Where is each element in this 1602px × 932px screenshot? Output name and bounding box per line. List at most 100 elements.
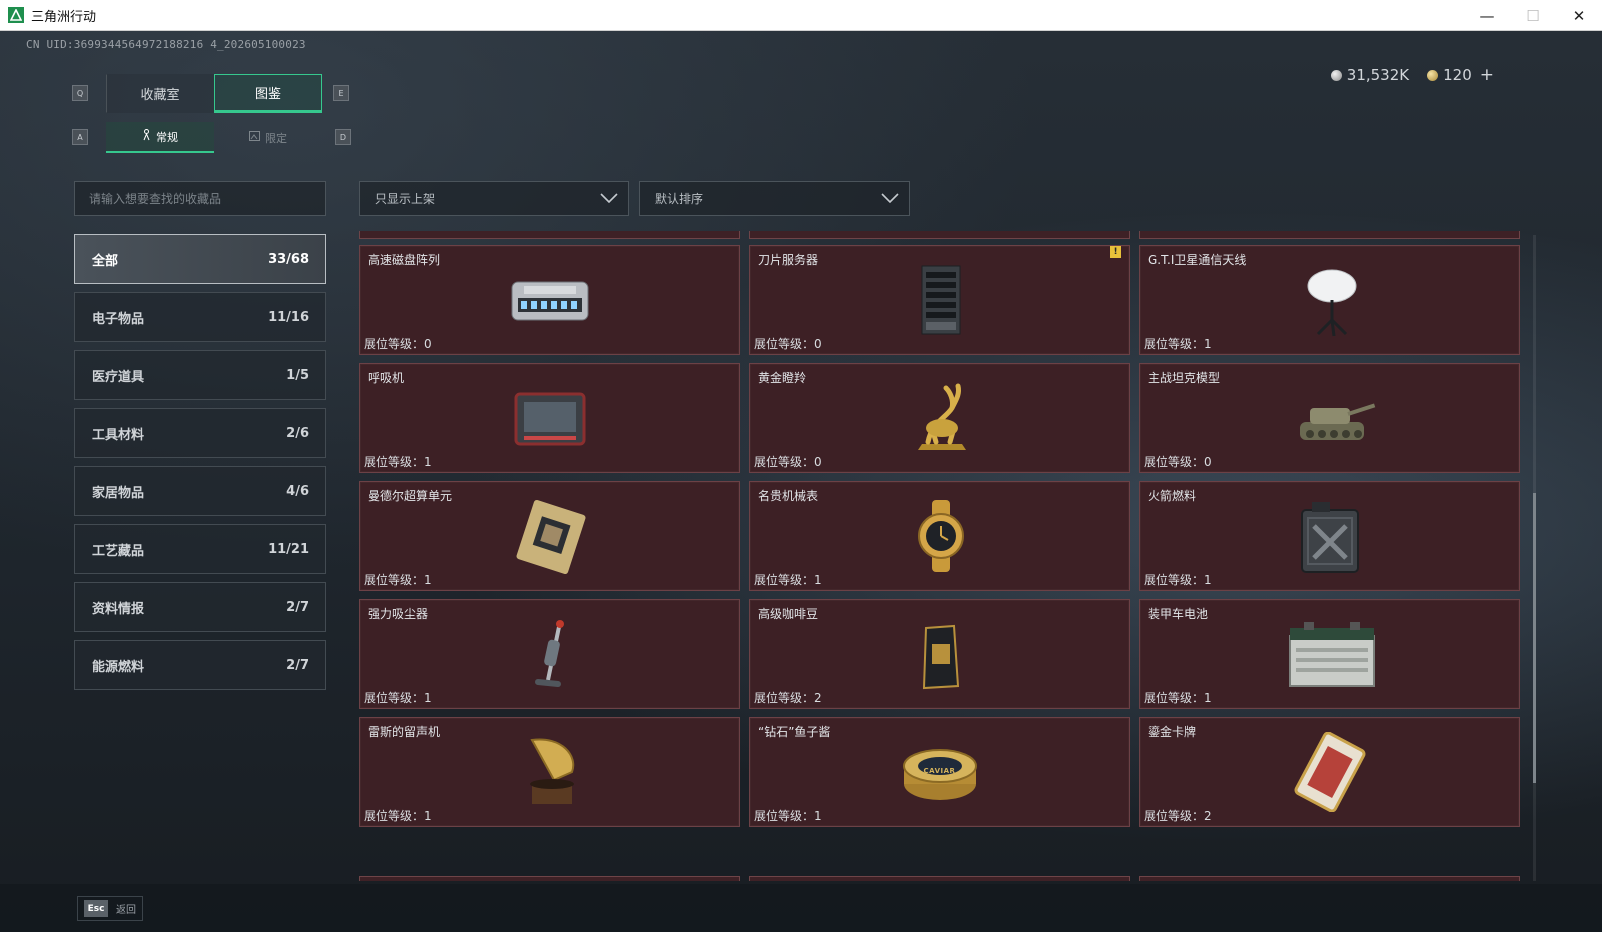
window-title: 三角洲行动 xyxy=(31,9,97,25)
bottom-bar: Esc 返回 xyxy=(0,884,1602,932)
collection-item-card[interactable]: 名贵机械表 展位等级：1 xyxy=(749,481,1130,591)
scrollbar-thumb[interactable] xyxy=(1533,493,1536,783)
category-count: 11/21 xyxy=(268,541,309,557)
shelf-filter-dropdown[interactable]: 只显示上架 xyxy=(359,181,629,216)
item-level: 展位等级：1 xyxy=(754,571,822,588)
item-level: 展位等级：1 xyxy=(1144,571,1212,588)
level-value: 0 xyxy=(1204,455,1212,469)
tab-codex[interactable]: 图鉴 xyxy=(214,74,322,113)
tab-collection-room[interactable]: 收藏室 xyxy=(106,74,214,113)
category-electronics[interactable]: 电子物品 11/16 xyxy=(74,292,326,342)
category-count: 4/6 xyxy=(286,483,309,499)
subtab-regular[interactable]: 常规 xyxy=(106,122,214,153)
rocket-fuel-icon xyxy=(1282,496,1378,576)
collection-search-input[interactable] xyxy=(74,181,326,216)
gilded-card-icon xyxy=(1282,731,1378,813)
disk-array-icon xyxy=(502,260,598,340)
item-name: 黄金瞪羚 xyxy=(758,371,807,385)
caviar-label: CAVIAR xyxy=(923,767,956,776)
satellite-antenna-icon xyxy=(1282,260,1378,340)
level-label: 展位等级： xyxy=(754,691,815,705)
subtab-limited[interactable]: 限定 xyxy=(214,122,322,153)
maximize-button[interactable]: ☐ xyxy=(1510,0,1556,31)
category-crafts[interactable]: 工艺藏品 11/21 xyxy=(74,524,326,574)
collection-item-card[interactable]: 主战坦克模型 展位等级：0 xyxy=(1139,363,1520,473)
category-list: 全部 33/68 电子物品 11/16 医疗道具 1/5 工具材料 2/6 家居物品 4/… xyxy=(74,234,326,698)
item-name: 呼吸机 xyxy=(368,371,405,385)
collection-item-card[interactable]: 火箭燃料展位等级：1 xyxy=(1139,481,1520,591)
esc-key-icon: Esc xyxy=(84,900,108,917)
level-label: 展位等级： xyxy=(1144,455,1205,469)
ventilator-icon xyxy=(502,378,598,458)
level-value: 1 xyxy=(1204,337,1212,351)
category-count: 2/6 xyxy=(286,425,309,441)
level-label: 展位等级： xyxy=(364,809,425,823)
item-name: 火箭燃料 xyxy=(1148,489,1197,503)
collection-item-card[interactable]: 黄金瞪羚 展位等级：0 xyxy=(749,363,1130,473)
collection-item-card[interactable]: 高级咖啡豆 展位等级：2 xyxy=(749,599,1130,709)
grid-row-cutoff-top xyxy=(359,231,1520,239)
category-count: 11/16 xyxy=(268,309,309,325)
grid-scrollbar[interactable] xyxy=(1533,235,1536,881)
category-label: 资料情报 xyxy=(92,601,145,617)
item-level: 展位等级：0 xyxy=(364,335,432,352)
level-label: 展位等级： xyxy=(1144,809,1205,823)
item-level: 展位等级：2 xyxy=(754,689,822,706)
collection-item-card[interactable]: “钻石”鱼子酱 CAVIAR 展位等级：1 xyxy=(749,717,1130,827)
collection-item-card[interactable]: 曼德尔超算单元 展位等级：1 xyxy=(359,481,740,591)
main-tabs: 收藏室 图鉴 xyxy=(106,74,322,113)
category-fuel[interactable]: 能源燃料 2/7 xyxy=(74,640,326,690)
item-level: 展位等级：1 xyxy=(364,689,432,706)
collection-item-card[interactable]: 刀片服务器 展位等级：0! xyxy=(749,245,1130,355)
window-titlebar: 三角洲行动 — ☐ ✕ xyxy=(0,0,1602,31)
item-level: 展位等级：0 xyxy=(1144,453,1212,470)
level-label: 展位等级： xyxy=(1144,691,1205,705)
category-count: 1/5 xyxy=(286,367,309,383)
key-hint-d: D xyxy=(335,129,351,145)
item-grid: 高速磁盘阵列 展位等级：0 刀片服务器 展位等级：0! G.T.I卫星通信天线 展位等级：… xyxy=(359,245,1520,827)
item-level: 展位等级：1 xyxy=(1144,335,1212,352)
category-count: 2/7 xyxy=(286,657,309,673)
warning-badge-icon: ! xyxy=(1110,246,1121,258)
category-medical[interactable]: 医疗道具 1/5 xyxy=(74,350,326,400)
collection-item-card[interactable]: 装甲车电池 展位等级：1 xyxy=(1139,599,1520,709)
level-value: 1 xyxy=(814,809,822,823)
close-button[interactable]: ✕ xyxy=(1556,0,1602,31)
collection-item-card[interactable]: 高速磁盘阵列 展位等级：0 xyxy=(359,245,740,355)
sort-dropdown[interactable]: 默认排序 xyxy=(639,181,910,216)
gold-currency[interactable]: 120 + xyxy=(1427,65,1494,85)
category-all[interactable]: 全部 33/68 xyxy=(74,234,326,284)
level-value: 0 xyxy=(814,337,822,351)
item-name: 曼德尔超算单元 xyxy=(368,489,453,503)
level-value: 1 xyxy=(424,809,432,823)
collection-item-card[interactable]: 雷斯的留声机 展位等级：1 xyxy=(359,717,740,827)
currency-bar: 31,532K 120 + xyxy=(1330,65,1494,85)
add-currency-button[interactable]: + xyxy=(1480,65,1494,85)
level-value: 1 xyxy=(1204,573,1212,587)
item-level: 展位等级：1 xyxy=(364,453,432,470)
chevron-down-icon xyxy=(881,192,899,206)
category-count: 2/7 xyxy=(286,599,309,615)
sort-value: 默认排序 xyxy=(655,192,704,206)
minimize-button[interactable]: — xyxy=(1464,0,1510,31)
item-grid-viewport[interactable]: 高速磁盘阵列 展位等级：0 刀片服务器 展位等级：0! G.T.I卫星通信天线 展位等级：… xyxy=(359,231,1531,881)
collection-item-card[interactable]: 呼吸机展位等级：1 xyxy=(359,363,740,473)
collection-item-card[interactable]: G.T.I卫星通信天线 展位等级：1 xyxy=(1139,245,1520,355)
blade-server-icon xyxy=(892,260,988,340)
level-label: 展位等级： xyxy=(754,455,815,469)
category-label: 家居物品 xyxy=(92,485,145,501)
category-tools[interactable]: 工具材料 2/6 xyxy=(74,408,326,458)
level-label: 展位等级： xyxy=(364,455,425,469)
back-button[interactable]: Esc 返回 xyxy=(77,896,143,921)
game-screen: CN UID:3699344564972188216 4_20260510002… xyxy=(0,31,1602,932)
category-household[interactable]: 家居物品 4/6 xyxy=(74,466,326,516)
collection-item-card[interactable]: 鎏金卡牌 展位等级：2 xyxy=(1139,717,1520,827)
level-label: 展位等级： xyxy=(364,337,425,351)
key-hint-a: A xyxy=(72,129,88,145)
subtab-limited-label: 限定 xyxy=(265,131,287,145)
level-label: 展位等级： xyxy=(1144,337,1205,351)
subtab-regular-label: 常规 xyxy=(156,130,178,144)
golden-gazelle-icon xyxy=(892,378,988,458)
collection-item-card[interactable]: 强力吸尘器 展位等级：1 xyxy=(359,599,740,709)
category-intel[interactable]: 资料情报 2/7 xyxy=(74,582,326,632)
